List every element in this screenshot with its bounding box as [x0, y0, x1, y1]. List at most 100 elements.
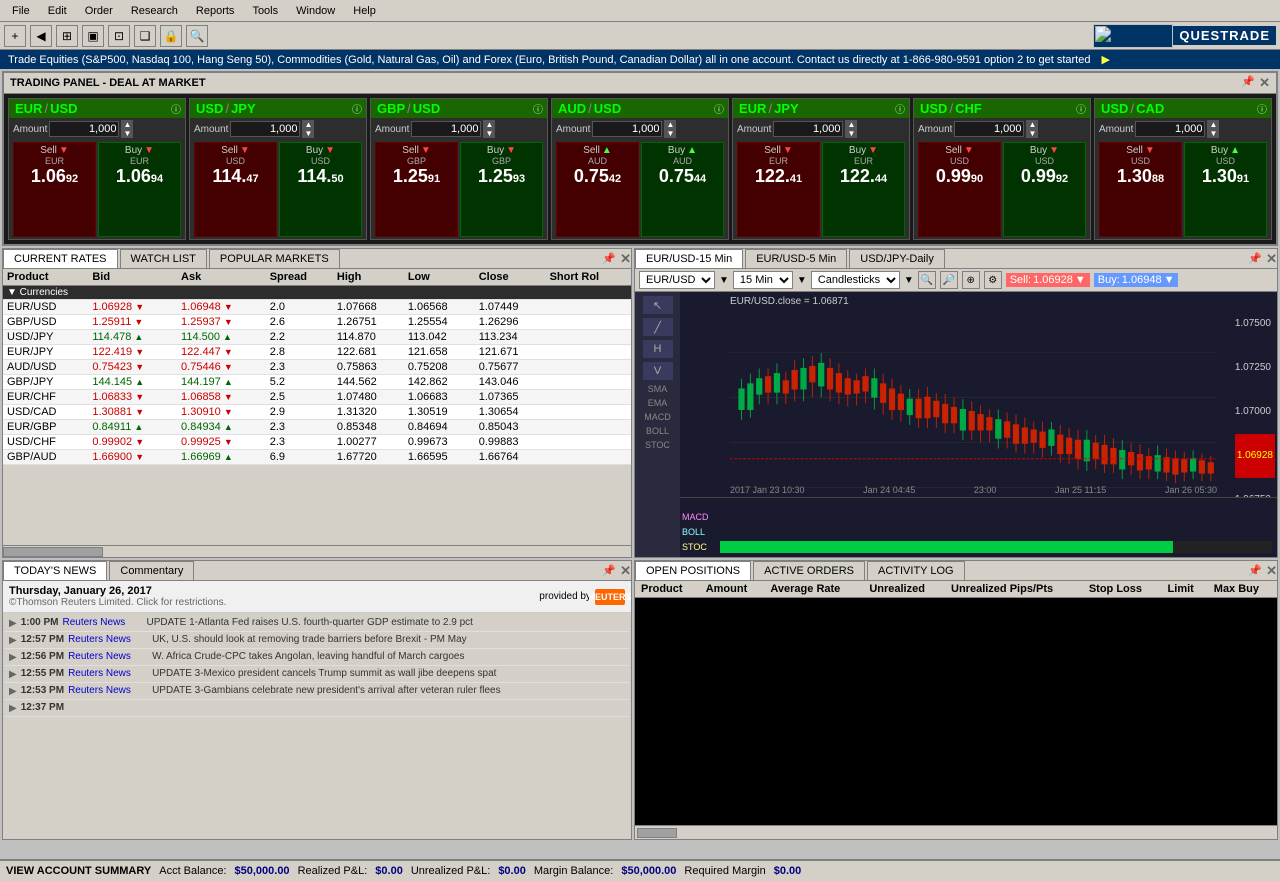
tab-eurusd-5min[interactable]: EUR/USD-5 Min [745, 249, 847, 268]
pair-info-icon[interactable]: ⓘ [171, 101, 181, 116]
col-product[interactable]: Product [3, 269, 88, 286]
pos-col-max-buy[interactable]: Max Buy [1208, 581, 1277, 598]
tab-active-orders[interactable]: ACTIVE ORDERS [753, 561, 865, 580]
amount-spin-down[interactable]: ▼ [1207, 129, 1219, 138]
pair-info-icon[interactable]: ⓘ [895, 101, 905, 116]
buy-button[interactable]: Buy ▼ EUR 1.0694 [98, 142, 181, 237]
amount-spin-down[interactable]: ▼ [845, 129, 857, 138]
table-row[interactable]: GBP/JPY 144.145 ▲ 144.197 ▲ 5.2 144.562 … [3, 375, 631, 390]
tab-open-positions[interactable]: OPEN POSITIONS [635, 561, 751, 580]
amount-input[interactable] [1135, 121, 1205, 137]
rates-hscroll-thumb[interactable] [3, 547, 103, 557]
amount-input[interactable] [592, 121, 662, 137]
chart-panel-pin[interactable]: 📌 [1248, 252, 1262, 265]
table-row[interactable]: EUR/CHF 1.06833 ▼ 1.06858 ▼ 2.5 1.07480 … [3, 390, 631, 405]
chart-tool-hline[interactable]: H [643, 340, 673, 358]
table-row[interactable]: EUR/JPY 122.419 ▼ 122.447 ▼ 2.8 122.681 … [3, 345, 631, 360]
chart-pair-select[interactable]: EUR/USD [639, 271, 715, 289]
chart-zoom-out-btn[interactable]: 🔎 [940, 271, 958, 289]
amount-spin-down[interactable]: ▼ [1026, 129, 1038, 138]
table-row[interactable]: USD/JPY 114.478 ▲ 114.500 ▲ 2.2 114.870 … [3, 330, 631, 345]
amount-input[interactable] [230, 121, 300, 137]
positions-panel-pin[interactable]: 📌 [1248, 564, 1262, 577]
chart-settings-btn[interactable]: ⚙ [984, 271, 1002, 289]
rates-panel-pin[interactable]: 📌 [602, 252, 616, 265]
amount-spin-up[interactable]: ▲ [121, 120, 133, 129]
new-btn[interactable]: + [4, 25, 26, 47]
menu-help[interactable]: Help [345, 3, 384, 19]
pos-col-limit[interactable]: Limit [1162, 581, 1208, 598]
news-panel-pin[interactable]: 📌 [602, 564, 616, 577]
amount-input[interactable] [954, 121, 1024, 137]
positions-panel-close[interactable]: ✕ [1266, 563, 1277, 579]
menu-reports[interactable]: Reports [188, 3, 243, 19]
back-btn[interactable]: ◀ [30, 25, 52, 47]
col-short-rol[interactable]: Short Rol [546, 269, 631, 286]
amount-spin-down[interactable]: ▼ [121, 129, 133, 138]
buy-button[interactable]: Buy ▼ GBP 1.2593 [460, 142, 543, 237]
chart-tool-line[interactable]: ╱ [643, 318, 673, 336]
rates-panel-close[interactable]: ✕ [620, 251, 631, 267]
col-high[interactable]: High [333, 269, 404, 286]
tab-todays-news[interactable]: TODAY'S NEWS [3, 561, 107, 580]
amount-input[interactable] [411, 121, 481, 137]
table-row[interactable]: GBP/AUD 1.66900 ▼ 1.66969 ▲ 6.9 1.67720 … [3, 450, 631, 465]
menu-file[interactable]: File [4, 3, 38, 19]
pair-info-icon[interactable]: ⓘ [533, 101, 543, 116]
rates-scroll-area[interactable]: Product Bid Ask Spread High Low Close Sh… [3, 269, 631, 545]
chart-panel-close[interactable]: ✕ [1266, 251, 1277, 267]
tab-watch-list[interactable]: WATCH LIST [120, 249, 207, 268]
sell-button[interactable]: Sell ▼ EUR 122.41 [737, 142, 820, 237]
chart-indicator-ema[interactable]: EMA [648, 398, 668, 408]
search-btn[interactable]: 🔍 [186, 25, 208, 47]
table-row[interactable]: GBP/USD 1.25911 ▼ 1.25937 ▼ 2.6 1.26751 … [3, 315, 631, 330]
trading-panel-pin[interactable]: 📌 [1241, 75, 1255, 91]
tab-commentary[interactable]: Commentary [109, 561, 194, 580]
table-row[interactable]: USD/CAD 1.30881 ▼ 1.30910 ▼ 2.9 1.31320 … [3, 405, 631, 420]
news-item[interactable]: ▶ 12:53 PM Reuters News UPDATE 3-Gambian… [5, 683, 629, 700]
sell-button[interactable]: Sell ▲ AUD 0.7542 [556, 142, 639, 237]
chart-indicator-stoc[interactable]: STOC [645, 440, 670, 450]
pair-info-icon[interactable]: ⓘ [1257, 101, 1267, 116]
tile-btn[interactable]: ⊡ [108, 25, 130, 47]
view-account-btn[interactable]: VIEW ACCOUNT SUMMARY [6, 865, 151, 877]
chart-zoom-fit-btn[interactable]: ⊕ [962, 271, 980, 289]
tab-current-rates[interactable]: CURRENT RATES [3, 249, 118, 268]
menu-order[interactable]: Order [77, 3, 121, 19]
pair-info-icon[interactable]: ⓘ [714, 101, 724, 116]
pos-col-unrealized[interactable]: Unrealized [863, 581, 945, 598]
news-item[interactable]: ▶ 12:55 PM Reuters News UPDATE 3-Mexico … [5, 666, 629, 683]
tab-eurusd-15min[interactable]: EUR/USD-15 Min [635, 249, 743, 268]
chart-zoom-in-btn[interactable]: 🔍 [918, 271, 936, 289]
amount-spin-up[interactable]: ▲ [845, 120, 857, 129]
amount-input[interactable] [49, 121, 119, 137]
tab-activity-log[interactable]: ACTIVITY LOG [867, 561, 965, 580]
pair-info-icon[interactable]: ⓘ [1076, 101, 1086, 116]
news-copyright[interactable]: ©Thomson Reuters Limited. Click for rest… [9, 597, 226, 608]
news-content[interactable]: ▶ 1:00 PM Reuters News UPDATE 1-Atlanta … [3, 613, 631, 839]
news-item[interactable]: ▶ 1:00 PM Reuters News UPDATE 1-Atlanta … [5, 615, 629, 632]
tile2-btn[interactable]: ❑ [134, 25, 156, 47]
sell-button[interactable]: Sell ▼ GBP 1.2591 [375, 142, 458, 237]
positions-hscroll-thumb[interactable] [637, 828, 677, 838]
amount-input[interactable] [773, 121, 843, 137]
sell-button[interactable]: Sell ▼ EUR 1.0692 [13, 142, 96, 237]
sell-button[interactable]: Sell ▼ USD 1.3088 [1099, 142, 1182, 237]
amount-spin-up[interactable]: ▲ [1207, 120, 1219, 129]
amount-spin-down[interactable]: ▼ [664, 129, 676, 138]
news-item[interactable]: ▶ 12:56 PM Reuters News W. Africa Crude-… [5, 649, 629, 666]
col-low[interactable]: Low [404, 269, 475, 286]
chart-type-select[interactable]: Candlesticks [811, 271, 900, 289]
amount-spin-down[interactable]: ▼ [302, 129, 314, 138]
menu-window[interactable]: Window [288, 3, 343, 19]
pos-col-stop-loss[interactable]: Stop Loss [1083, 581, 1162, 598]
grid-btn[interactable]: ⊞ [56, 25, 78, 47]
amount-spin-up[interactable]: ▲ [483, 120, 495, 129]
chart-indicator-boll[interactable]: BOLL [646, 426, 669, 436]
news-panel-close[interactable]: ✕ [620, 563, 631, 579]
chart-tool-cursor[interactable]: ↖ [643, 296, 673, 314]
pos-col-unrealized-pips[interactable]: Unrealized Pips/Pts [945, 581, 1083, 598]
col-bid[interactable]: Bid [88, 269, 177, 286]
menu-edit[interactable]: Edit [40, 3, 75, 19]
sell-button[interactable]: Sell ▼ USD 114.47 [194, 142, 277, 237]
